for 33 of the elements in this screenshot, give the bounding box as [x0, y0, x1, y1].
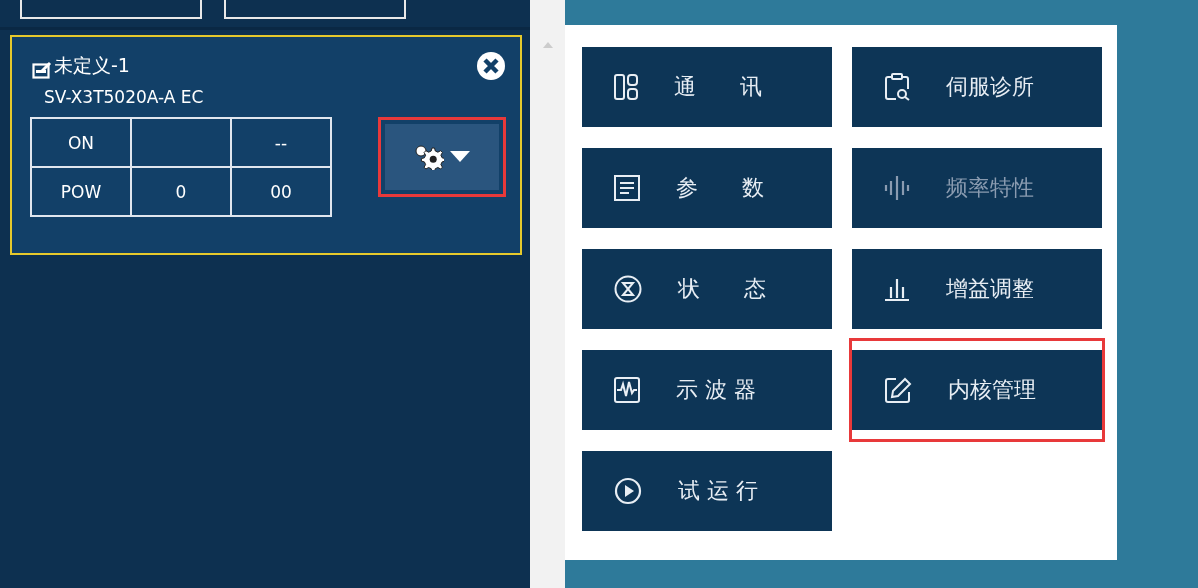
toolbar-button[interactable] [224, 0, 406, 19]
device-model: SV-X3T5020A-A EC [44, 87, 205, 107]
table-cell: 00 [270, 181, 292, 202]
table-cell: ON [67, 132, 95, 153]
edit-icon [884, 376, 912, 404]
caret-icon [450, 151, 470, 163]
close-icon[interactable] [476, 51, 506, 81]
menu-button[interactable]: 通 讯 [582, 47, 832, 127]
toolbar-button[interactable] [20, 0, 202, 19]
edit-icon[interactable] [32, 61, 52, 79]
menu-button[interactable]: 状 态 [582, 249, 832, 329]
menu-button[interactable]: 伺服诊所 [852, 47, 1102, 127]
document-icon [614, 175, 640, 201]
hourglass-icon [614, 275, 642, 303]
table-cell: POW [60, 181, 102, 202]
menu-button[interactable]: 内核管理 [852, 350, 1102, 430]
clipboard-search-icon [884, 73, 910, 101]
waveform-icon [614, 377, 640, 403]
grid-icon [614, 74, 638, 100]
menu-button[interactable]: 参 数 [582, 148, 832, 228]
menu-button[interactable]: 示 波 器 [582, 350, 832, 430]
device-card[interactable]: 未定义-1 SV-X3T5020A-A EC ON -- POW 0 00 [10, 35, 522, 255]
menu-button[interactable]: 增益调整 [852, 249, 1102, 329]
bar-chart-icon [884, 277, 910, 301]
settings-dropdown-button[interactable] [385, 124, 499, 190]
sound-wave-icon [884, 175, 910, 201]
device-title: 未定义-1 [54, 53, 130, 78]
gear-icon [414, 144, 444, 170]
menu-button[interactable]: 试 运 行 [582, 451, 832, 531]
table-cell: -- [274, 132, 288, 153]
table-cell: 0 [175, 181, 187, 202]
scrollbar[interactable] [530, 0, 565, 588]
play-icon [614, 477, 642, 505]
